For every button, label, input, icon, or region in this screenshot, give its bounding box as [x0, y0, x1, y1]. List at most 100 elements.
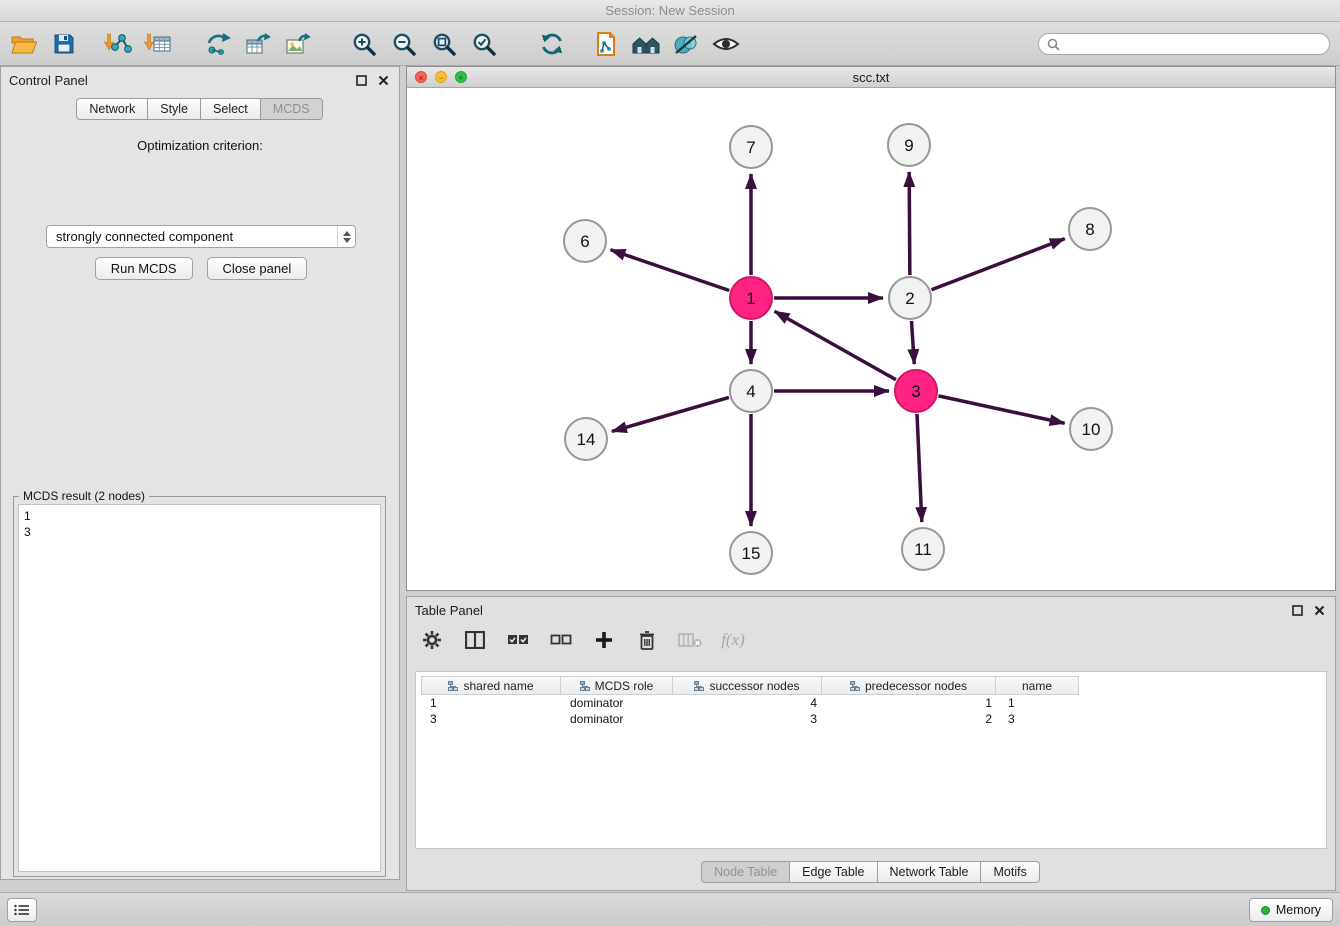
table-panel-title: Table Panel	[415, 603, 483, 618]
graph-edge-2-9[interactable]	[909, 172, 910, 275]
apply-style-icon[interactable]	[666, 25, 706, 63]
float-table-panel-icon[interactable]	[1289, 602, 1305, 618]
float-panel-icon[interactable]	[353, 72, 369, 88]
dropdown-stepper-icon	[337, 226, 355, 247]
new-network-icon[interactable]	[198, 25, 238, 63]
table-cell: 3	[675, 712, 825, 726]
table-panel: Table Panel	[406, 596, 1336, 891]
graph-node-8[interactable]: 8	[1069, 208, 1111, 250]
graph-edge-2-3[interactable]	[911, 321, 914, 364]
table-settings-icon[interactable]	[419, 627, 445, 653]
graph-node-2[interactable]: 2	[889, 277, 931, 319]
tab-network-table[interactable]: Network Table	[877, 861, 982, 883]
zoom-fit-icon[interactable]	[424, 25, 464, 63]
network-window-titlebar[interactable]: × − + scc.txt	[407, 67, 1335, 88]
tab-node-table[interactable]: Node Table	[701, 861, 790, 883]
minimize-window-icon[interactable]: −	[435, 71, 447, 83]
close-panel-icon[interactable]	[375, 72, 391, 88]
column-header-predecessor-nodes[interactable]: predecessor nodes	[821, 676, 996, 695]
deselect-all-icon[interactable]	[548, 627, 574, 653]
tab-edge-table[interactable]: Edge Table	[789, 861, 877, 883]
zoom-in-icon[interactable]	[344, 25, 384, 63]
application-window: Session: New Session	[0, 0, 1340, 926]
function-builder-icon[interactable]: f(x)	[720, 627, 746, 653]
column-header-successor-nodes[interactable]: successor nodes	[672, 676, 822, 695]
search-input[interactable]	[1060, 37, 1310, 51]
graph-edge-3-11[interactable]	[917, 414, 922, 522]
mcds-result-line: 1	[24, 508, 375, 524]
table-cell: dominator	[562, 712, 675, 726]
network-canvas[interactable]: 7 9 6 8 1 2 4 3 14 10 15 11	[407, 88, 1335, 590]
save-session-icon[interactable]	[44, 25, 84, 63]
column-type-icon	[850, 681, 860, 691]
memory-button[interactable]: Memory	[1249, 898, 1333, 922]
export-table-icon[interactable]	[238, 25, 278, 63]
graph-node-6[interactable]: 6	[564, 220, 606, 262]
mcds-result-list[interactable]: 13	[18, 504, 381, 872]
delete-column-icon[interactable]	[677, 627, 703, 653]
column-label: shared name	[463, 679, 533, 693]
table-header-row: shared name MCDS role successor nodes pr…	[422, 676, 1326, 695]
tab-network[interactable]: Network	[76, 98, 148, 120]
graph-edge-3-1[interactable]	[775, 311, 896, 379]
table-toolbar: f(x)	[419, 625, 746, 655]
graph-node-4[interactable]: 4	[730, 370, 772, 412]
show-columns-icon[interactable]	[462, 627, 488, 653]
copy-network-icon[interactable]	[586, 25, 626, 63]
table-cell: 3	[1000, 712, 1084, 726]
memory-label: Memory	[1276, 903, 1321, 917]
show-hide-icon[interactable]	[706, 25, 746, 63]
graph-node-14[interactable]: 14	[565, 418, 607, 460]
tab-motifs[interactable]: Motifs	[980, 861, 1039, 883]
node-table[interactable]: shared name MCDS role successor nodes pr…	[415, 671, 1327, 849]
export-image-icon[interactable]	[278, 25, 318, 63]
close-table-panel-icon[interactable]	[1311, 602, 1327, 618]
column-header-shared-name[interactable]: shared name	[421, 676, 561, 695]
graph-node-15[interactable]: 15	[730, 532, 772, 574]
graph-edge-2-8[interactable]	[931, 239, 1064, 290]
graph-node-7[interactable]: 7	[730, 126, 772, 168]
import-network-icon[interactable]	[98, 25, 138, 63]
delete-row-icon[interactable]	[634, 627, 660, 653]
column-header-name[interactable]: name	[995, 676, 1079, 695]
graph-node-label: 8	[1085, 220, 1094, 239]
import-table-icon[interactable]	[138, 25, 178, 63]
graph-node-1[interactable]: 1	[730, 277, 772, 319]
first-neighbors-icon[interactable]	[626, 25, 666, 63]
tab-select[interactable]: Select	[200, 98, 261, 120]
optimization-criterion-select[interactable]: strongly connected component	[46, 225, 356, 248]
run-mcds-button[interactable]: Run MCDS	[95, 257, 193, 280]
zoom-selected-icon[interactable]	[464, 25, 504, 63]
search-field[interactable]	[1038, 33, 1330, 55]
table-row[interactable]: 1dominator411	[422, 695, 1326, 711]
open-file-icon[interactable]	[4, 25, 44, 63]
zoom-out-icon[interactable]	[384, 25, 424, 63]
network-window-title: scc.txt	[853, 70, 890, 85]
task-history-button[interactable]	[7, 898, 37, 922]
graph-node-label: 14	[577, 430, 596, 449]
close-window-icon[interactable]: ×	[415, 71, 427, 83]
column-type-icon	[580, 681, 590, 691]
main-toolbar	[0, 22, 1340, 66]
tab-style[interactable]: Style	[147, 98, 201, 120]
close-panel-button[interactable]: Close panel	[207, 257, 308, 280]
refresh-layout-icon[interactable]	[532, 25, 572, 63]
graph-node-3[interactable]: 3	[895, 370, 937, 412]
table-body: 1dominator4113dominator323	[416, 695, 1326, 727]
select-all-icon[interactable]	[505, 627, 531, 653]
table-row[interactable]: 3dominator323	[422, 711, 1326, 727]
tab-mcds[interactable]: MCDS	[260, 98, 323, 120]
graph-edge-3-10[interactable]	[938, 396, 1064, 423]
graph-node-10[interactable]: 10	[1070, 408, 1112, 450]
maximize-window-icon[interactable]: +	[455, 71, 467, 83]
graph-node-9[interactable]: 9	[888, 124, 930, 166]
graph-edge-1-6[interactable]	[611, 250, 730, 291]
column-label: successor nodes	[709, 679, 799, 693]
graph-edge-4-14[interactable]	[612, 397, 729, 431]
table-panel-tabs: Node Table Edge Table Network Table Moti…	[407, 861, 1335, 883]
graph-node-label: 2	[905, 289, 914, 308]
memory-status-icon	[1261, 906, 1270, 915]
graph-node-11[interactable]: 11	[902, 528, 944, 570]
add-row-icon[interactable]	[591, 627, 617, 653]
column-header-mcds-role[interactable]: MCDS role	[560, 676, 673, 695]
